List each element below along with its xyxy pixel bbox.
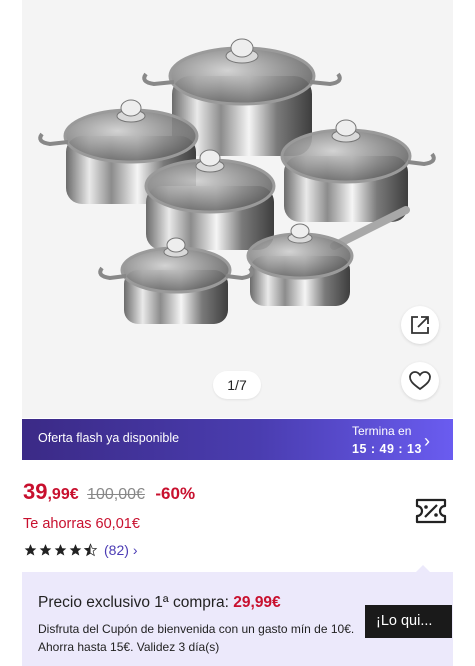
promo-price: 29,99€ xyxy=(233,594,281,611)
original-price: 100,00€ xyxy=(87,486,145,503)
star-icon xyxy=(54,544,67,556)
star-icon xyxy=(69,544,82,556)
heart-icon xyxy=(409,371,431,391)
star-rating xyxy=(23,543,98,557)
chevron-right-icon: › xyxy=(424,431,430,451)
product-image-gallery[interactable]: 1/7 xyxy=(22,0,453,418)
coupon-icon[interactable] xyxy=(414,496,448,526)
discount-badge: -60% xyxy=(155,484,196,503)
flash-sale-text: Oferta flash ya disponible xyxy=(38,431,180,445)
price-row: 39,99€ 100,00€ -60% xyxy=(23,479,195,509)
favorite-button[interactable] xyxy=(401,362,439,400)
current-price-integer: 39 xyxy=(23,479,48,504)
external-link-icon xyxy=(411,316,429,334)
star-icon xyxy=(24,544,37,556)
flash-sale-banner[interactable]: Oferta flash ya disponible Termina en 15… xyxy=(22,419,453,460)
page-indicator: 1/7 xyxy=(213,371,261,399)
flash-countdown-timer: 15 : 49 : 13 xyxy=(352,442,422,456)
promo-title: Precio exclusivo 1ª compra: 29,99€ xyxy=(38,594,281,612)
star-icon xyxy=(39,544,52,556)
rating-summary[interactable]: (82) › xyxy=(23,541,138,559)
savings-text: Te ahorras 60,01€ xyxy=(23,516,140,532)
first-purchase-promo: Precio exclusivo 1ª compra: 29,99€ Disfr… xyxy=(22,572,453,666)
promo-pointer xyxy=(416,565,430,572)
promo-description: Disfruta del Cupón de bienvenida con un … xyxy=(38,622,355,654)
chevron-right-icon: › xyxy=(132,542,138,558)
current-price-decimal: ,99€ xyxy=(47,486,79,503)
review-count: (82) xyxy=(104,542,129,558)
claim-coupon-button[interactable]: ¡Lo qui... xyxy=(365,605,452,638)
share-button[interactable] xyxy=(401,306,439,344)
promo-title-text: Precio exclusivo 1ª compra: xyxy=(38,594,229,611)
product-image xyxy=(38,38,436,324)
flash-ends-label: Termina en xyxy=(352,424,412,438)
half-star-icon xyxy=(83,543,98,557)
